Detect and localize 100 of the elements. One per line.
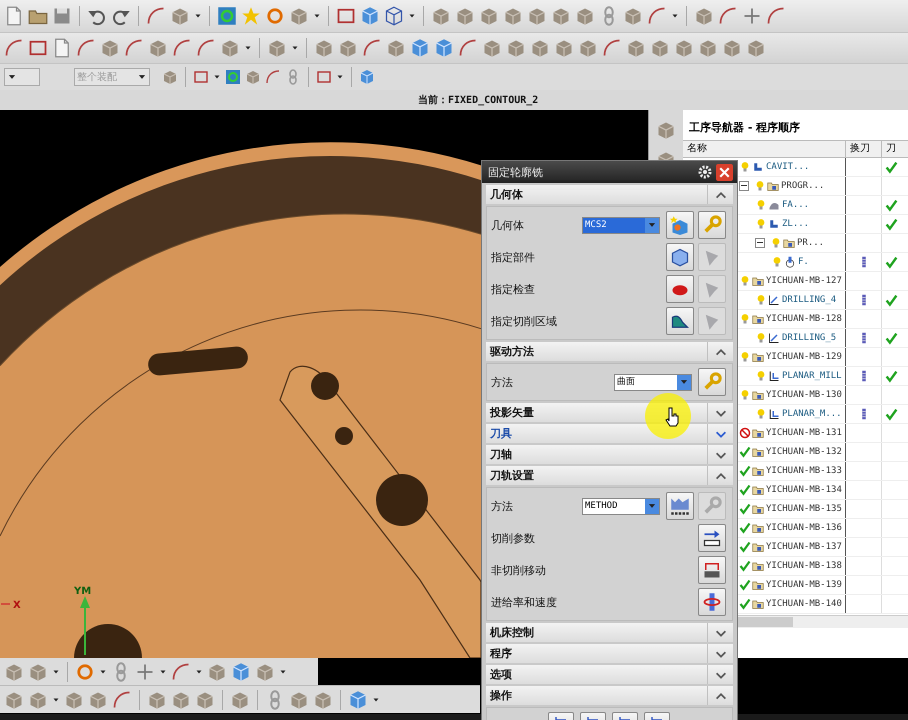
block-icon[interactable]: [100, 38, 120, 58]
collapse-toggle[interactable]: [739, 181, 749, 191]
tree-item[interactable]: PROGR...: [781, 181, 824, 191]
tree-item[interactable]: FA...: [782, 200, 810, 210]
block-icon[interactable]: [479, 6, 499, 26]
tree-item[interactable]: PLANAR_MILL: [782, 371, 842, 381]
curve-icon[interactable]: [458, 38, 478, 58]
tree-item[interactable]: PR...: [797, 238, 824, 248]
block-icon[interactable]: [4, 662, 24, 682]
block-icon[interactable]: [482, 38, 502, 58]
column-header[interactable]: 名称: [683, 141, 846, 157]
block-icon[interactable]: [147, 690, 167, 710]
block-icon[interactable]: [551, 6, 571, 26]
tree-item[interactable]: YICHUAN-MB-133: [766, 466, 842, 476]
settings-icon[interactable]: [697, 164, 713, 180]
tree-item[interactable]: YICHUAN-MB-134: [766, 485, 842, 495]
block-icon[interactable]: [674, 38, 694, 58]
caret-icon[interactable]: [408, 12, 416, 20]
dropdown[interactable]: 曲面: [614, 374, 692, 390]
curve-icon[interactable]: [362, 38, 382, 58]
ring-icon[interactable]: [265, 6, 285, 26]
icon-button[interactable]: [698, 524, 726, 552]
dropdown[interactable]: MCS2: [582, 216, 660, 234]
close-icon[interactable]: [716, 164, 733, 180]
page-icon[interactable]: [4, 6, 24, 26]
cube-icon[interactable]: [359, 69, 375, 85]
block-icon[interactable]: [431, 6, 451, 26]
caret-icon[interactable]: [313, 12, 321, 20]
tree-item[interactable]: YICHUAN-MB-137: [766, 542, 842, 552]
caret-icon[interactable]: [372, 696, 380, 704]
tree-item[interactable]: YICHUAN-MB-129: [766, 352, 842, 362]
tree-item[interactable]: YICHUAN-MB-135: [766, 504, 842, 514]
block-icon[interactable]: [554, 38, 574, 58]
curve-icon[interactable]: [265, 69, 281, 85]
cube-icon[interactable]: [434, 38, 454, 58]
square-icon[interactable]: [193, 69, 209, 85]
section-header[interactable]: 驱动方法: [486, 342, 707, 361]
square-icon[interactable]: [336, 6, 356, 26]
tree-item[interactable]: YICHUAN-MB-138: [766, 561, 842, 571]
square-icon[interactable]: [28, 38, 48, 58]
block-icon[interactable]: [314, 38, 334, 58]
wireframe-cube-icon[interactable]: [384, 6, 404, 26]
column-header[interactable]: 刀: [882, 141, 908, 157]
block-icon[interactable]: [503, 6, 523, 26]
section-header[interactable]: 刀轴: [486, 445, 707, 464]
block-icon[interactable]: [623, 6, 643, 26]
cube-icon[interactable]: [231, 662, 251, 682]
star-icon[interactable]: [241, 6, 261, 26]
icon-button[interactable]: [666, 307, 694, 335]
dropdown[interactable]: METHOD: [582, 498, 660, 514]
tree-item[interactable]: YICHUAN-MB-136: [766, 523, 842, 533]
curve-icon[interactable]: [76, 38, 96, 58]
section-header[interactable]: 操作: [486, 686, 707, 705]
curve-icon[interactable]: [602, 38, 622, 58]
curve-icon[interactable]: [171, 662, 191, 682]
icon-button[interactable]: [666, 243, 694, 271]
tree-item[interactable]: ZL...: [782, 219, 810, 229]
tree-item[interactable]: YICHUAN-MB-130: [766, 390, 842, 400]
tree-item[interactable]: YICHUAN-MB-128: [766, 314, 842, 324]
block-icon[interactable]: [530, 38, 550, 58]
plus-icon[interactable]: [742, 6, 762, 26]
block-icon[interactable]: [148, 38, 168, 58]
tree-item[interactable]: YICHUAN-MB-140: [766, 599, 842, 609]
block-icon[interactable]: [195, 690, 215, 710]
caret-icon[interactable]: [291, 44, 299, 52]
caret-icon[interactable]: [195, 668, 203, 676]
block-icon[interactable]: [313, 690, 333, 710]
caret-icon[interactable]: [52, 696, 60, 704]
block-icon[interactable]: [575, 6, 595, 26]
block-icon[interactable]: [386, 38, 406, 58]
icon-button[interactable]: [666, 492, 694, 520]
cube-icon[interactable]: [360, 6, 380, 26]
block-icon[interactable]: [698, 38, 718, 58]
caret-icon[interactable]: [52, 668, 60, 676]
refresh-icon[interactable]: [217, 6, 237, 26]
section-header[interactable]: 机床控制: [486, 623, 707, 642]
icon-button[interactable]: [698, 556, 726, 584]
block-icon[interactable]: [506, 38, 526, 58]
curve-icon[interactable]: [172, 38, 192, 58]
curve-icon[interactable]: [647, 6, 667, 26]
block-icon[interactable]: [527, 6, 547, 26]
caret-icon[interactable]: [194, 12, 202, 20]
block-icon[interactable]: [650, 38, 670, 58]
block-icon[interactable]: [722, 38, 742, 58]
caret-icon[interactable]: [244, 44, 252, 52]
curve-icon[interactable]: [196, 38, 216, 58]
tree-item[interactable]: DRILLING_4: [782, 295, 836, 305]
block-icon[interactable]: [694, 6, 714, 26]
curve-icon[interactable]: [766, 6, 786, 26]
block-icon[interactable]: [455, 6, 475, 26]
block-icon[interactable]: [746, 38, 766, 58]
caret-icon[interactable]: [671, 12, 679, 20]
block-icon[interactable]: [162, 69, 178, 85]
section-header[interactable]: 刀轨设置: [486, 466, 707, 485]
block-icon[interactable]: [171, 690, 191, 710]
section-header[interactable]: 几何体: [486, 185, 707, 204]
caret-icon[interactable]: [213, 73, 221, 81]
column-header[interactable]: 换刀: [846, 141, 882, 157]
caret-icon[interactable]: [159, 668, 167, 676]
cube-icon[interactable]: [410, 38, 430, 58]
